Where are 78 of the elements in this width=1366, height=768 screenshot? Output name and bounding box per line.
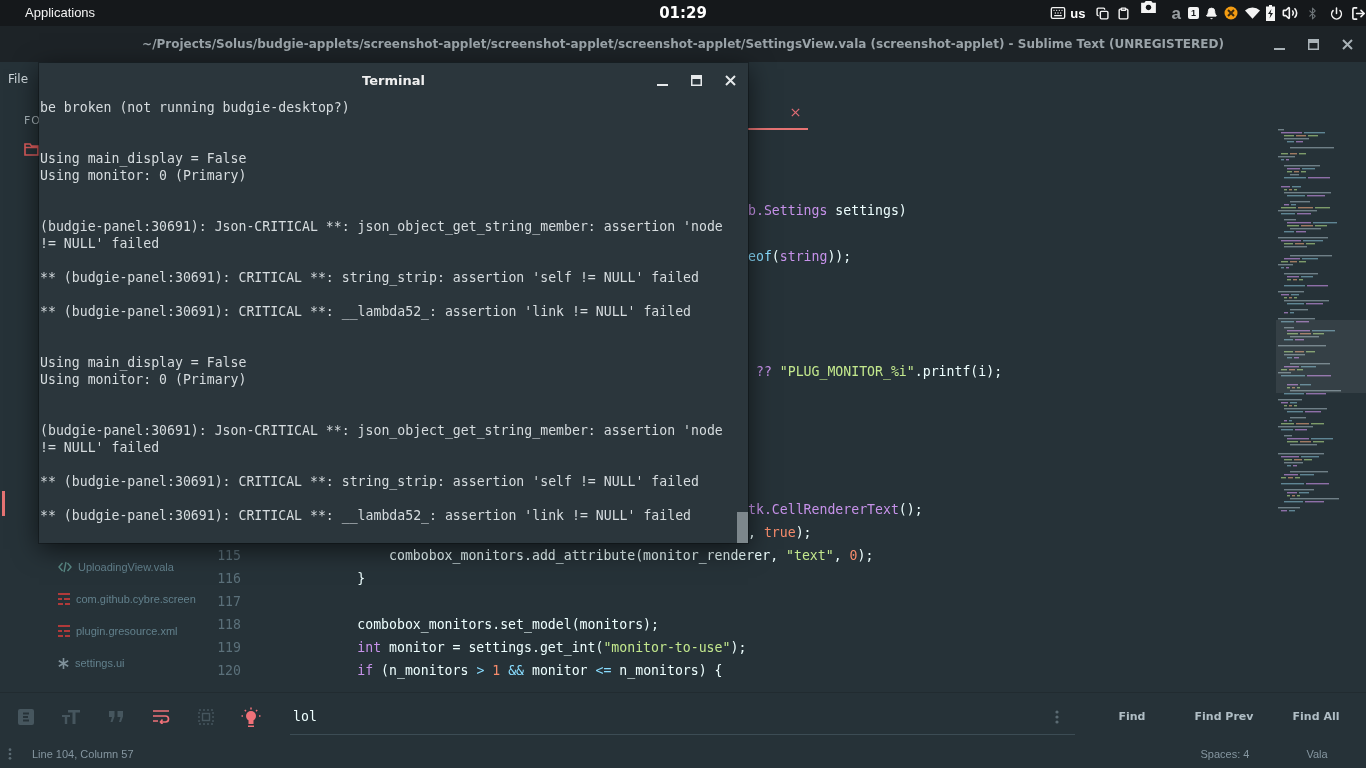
terminal-line: Using monitor: 0 (Primary)	[40, 371, 247, 388]
wrap-icon	[152, 709, 170, 724]
line-number: 120	[217, 662, 241, 679]
folder-icon	[24, 143, 39, 156]
code-line: b.Settings settings)	[748, 202, 907, 219]
code-line: , true);	[748, 524, 812, 541]
terminal-line: be broken (not running budgie-desktop?)	[40, 99, 350, 116]
terminal-line: ** (budgie-panel:30691): CRITICAL **: __lambda52_: assertion 'link != NULL' failed	[40, 507, 692, 524]
terminal-line: Using main_display = False	[40, 150, 247, 167]
close-icon	[724, 75, 736, 86]
indentation-setting[interactable]: Spaces: 4	[1179, 747, 1271, 761]
terminal-line: Using monitor: 0 (Primary)	[40, 167, 247, 184]
menu-item[interactable]: File	[8, 71, 29, 87]
clipboard-icon[interactable]	[1116, 6, 1130, 20]
terminal-line: ** (budgie-panel:30691): CRITICAL **: string_strip: assertion 'self != NULL' failed	[40, 473, 699, 490]
camera-icon[interactable]	[1140, 1, 1156, 13]
asterisk-icon	[58, 657, 69, 669]
logout-icon[interactable]	[1351, 5, 1366, 21]
terminal-line: (budgie-panel:30691): Json-CRITICAL **: json_object_get_string_member: assertion 'node	[40, 218, 723, 235]
code-line: ?? "PLUG_MONITOR_%i".printf(i);	[755, 363, 1003, 380]
keyboard-icon[interactable]	[1050, 5, 1067, 21]
find-field[interactable]: lol	[290, 698, 1075, 735]
find-button[interactable]: Find	[1086, 701, 1178, 732]
battery-icon[interactable]	[1266, 5, 1275, 21]
quote-icon	[109, 711, 123, 722]
close-icon	[1341, 38, 1353, 50]
x-circle-icon[interactable]	[1224, 6, 1238, 20]
lightbulb-icon	[241, 706, 261, 727]
applications-menu[interactable]: Applications	[25, 5, 96, 21]
terminal-line: ** (budgie-panel:30691): CRITICAL **: __lambda52_: assertion 'link != NULL' failed	[40, 303, 692, 320]
code-line: eof(string));	[748, 248, 852, 265]
line-number: 118	[217, 616, 241, 633]
window-title: ~/Projects/Solus/budgie-applets/screenshot-applet/screenshot-applet/screenshot-applet/SettingsView.vala (screenshot-applet) - Sublime Text (UNREGISTERED)	[142, 36, 1224, 52]
volume-icon[interactable]	[1282, 5, 1298, 21]
list-tile-icon	[18, 708, 34, 725]
code-line: tk.CellRendererText();	[748, 501, 923, 518]
scrollbar[interactable]	[737, 512, 748, 543]
list-icon	[58, 593, 70, 605]
list-icon	[58, 625, 70, 637]
text-size-icon	[62, 709, 80, 724]
bluetooth-icon[interactable]	[1306, 6, 1319, 20]
close-icon	[791, 107, 800, 117]
maximize-icon	[690, 75, 702, 86]
line-number: 115	[217, 547, 241, 564]
code-line: int monitor = settings.get_int("monitor-to-use");	[357, 639, 747, 656]
terminal-line: != NULL' failed	[40, 439, 160, 456]
terminal-line: (budgie-panel:30691): Json-CRITICAL **: json_object_get_string_member: assertion 'node	[40, 422, 723, 439]
notification-count[interactable]: 1	[1188, 7, 1199, 19]
tray-indicator[interactable]: a	[1171, 5, 1181, 21]
cursor-position: Line 104, Column 57	[32, 747, 134, 761]
code-line: combobox_monitors.add_attribute(monitor_renderer, "text", 0);	[389, 547, 874, 564]
minimize-icon	[656, 84, 668, 86]
minimize-icon	[1273, 47, 1285, 50]
code-line: }	[357, 570, 366, 587]
line-number: 116	[217, 570, 241, 587]
code-line: combobox_monitors.set_model(monitors);	[357, 616, 659, 633]
keyboard-layout[interactable]: us	[1070, 5, 1086, 21]
kebab-menu-icon[interactable]	[8, 748, 12, 760]
terminal-line: != NULL' failed	[40, 235, 160, 252]
syntax-setting[interactable]: Vala	[1271, 747, 1363, 761]
code-line: if (n_monitors > 1 && monitor <= n_monitors) {	[357, 662, 723, 679]
clock: 01:29	[659, 4, 707, 22]
line-number: 119	[217, 639, 241, 656]
terminal-line: ** (budgie-panel:30691): CRITICAL **: string_strip: assertion 'self != NULL' failed	[40, 269, 699, 286]
find-button[interactable]: Find All	[1270, 701, 1362, 732]
dashed-square-icon	[198, 708, 214, 725]
bell-icon[interactable]	[1205, 6, 1218, 20]
power-icon[interactable]	[1330, 6, 1343, 20]
sidebar-heading: FO	[24, 114, 41, 128]
copy-icon[interactable]	[1095, 6, 1109, 20]
code-icon	[58, 561, 72, 573]
wifi-icon[interactable]	[1245, 7, 1260, 19]
terminal-line: Using main_display = False	[40, 354, 247, 371]
window-title: Terminal	[362, 72, 425, 89]
find-button[interactable]: Find Prev	[1178, 701, 1270, 732]
maximize-icon	[1307, 38, 1319, 50]
line-number: 117	[217, 593, 241, 610]
kebab-menu-icon[interactable]	[1055, 709, 1059, 724]
